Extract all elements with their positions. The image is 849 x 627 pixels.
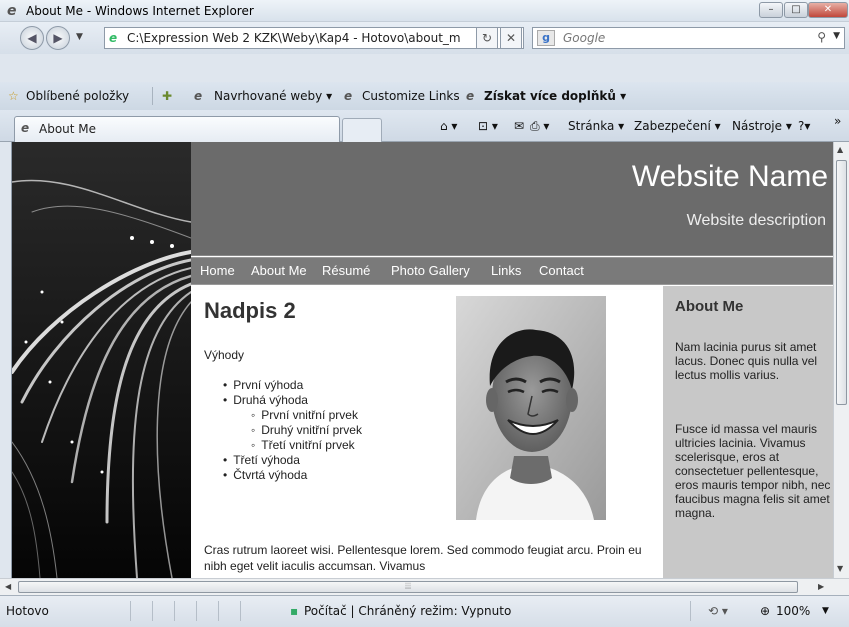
scroll-left-icon[interactable]: ◀ — [5, 582, 11, 591]
nav-resume[interactable]: Résumé — [322, 263, 370, 278]
customize-icon: e — [344, 89, 353, 103]
horizontal-scrollbar[interactable]: ◀ ⦙⦙⦙ ▶ — [0, 578, 849, 595]
more-commands-icon[interactable]: » — [834, 114, 841, 128]
scroll-right-icon[interactable]: ▶ — [818, 582, 824, 591]
nav-photo-gallery[interactable]: Photo Gallery — [391, 263, 470, 278]
divider — [690, 601, 691, 621]
zoom-icon[interactable]: ⊕ — [760, 604, 770, 618]
status-text: Hotovo — [6, 604, 49, 618]
print-icon[interactable]: ⎙ ▾ — [530, 119, 549, 134]
help-icon[interactable]: ?▾ — [798, 119, 810, 133]
tab-command-bar: e About Me ⌂ ▾ ⊡ ▾ ✉ ⎙ ▾ Stránka ▾ Zabez… — [0, 110, 849, 142]
customize-links-link[interactable]: Customize Links — [362, 89, 460, 103]
page-viewport[interactable]: Website Name Website description Home Ab… — [11, 142, 833, 578]
addons-icon: e — [466, 89, 475, 103]
close-button[interactable]: ✕ — [808, 2, 848, 18]
address-url: C:\Expression Web 2 KZK\Weby\Kap4 - Hoto… — [127, 31, 461, 45]
sidebar-paragraph: Nam lacinia purus sit amet lacus. Donec … — [675, 340, 818, 382]
search-options-icon[interactable]: ▼ — [833, 31, 840, 41]
main-content: Nadpis 2 Výhody První výhoda Druhá výhod… — [191, 286, 663, 578]
back-icon[interactable]: ◀ — [20, 26, 44, 50]
add-favorite-icon[interactable]: ✚ — [162, 89, 172, 103]
page-heading: Nadpis 2 — [204, 298, 296, 323]
tab-label: About Me — [39, 122, 97, 136]
list-item: Třetí výhoda — [223, 453, 362, 468]
benefits-list: První výhoda Druhá výhoda První vnitřní … — [223, 378, 362, 483]
sidebar: About Me Nam lacinia purus sit amet lacu… — [663, 286, 833, 578]
body-paragraph: Cras rutrum laoreet wisi. Pellentesque l… — [204, 543, 642, 573]
vertical-scrollbar[interactable]: ▲ ▼ — [833, 142, 849, 578]
tab-about-me[interactable]: e About Me — [14, 116, 340, 142]
minimize-button[interactable]: – — [759, 2, 783, 18]
divider — [240, 601, 241, 621]
refresh-button[interactable]: ↻ — [476, 27, 498, 49]
highway-lights-image — [12, 142, 191, 578]
highway-photo — [12, 142, 191, 578]
divider — [152, 87, 153, 105]
google-icon: g — [537, 30, 555, 46]
favorites-bar: ☆ Oblíbené položky ✚ e Navrhované weby ▾… — [0, 82, 849, 110]
forward-icon[interactable]: ▶ — [46, 26, 70, 50]
search-input[interactable]: g Google ⚲ ▼ — [532, 27, 845, 49]
suggested-sites-link[interactable]: Navrhované weby ▾ — [214, 89, 332, 103]
sidebar-title: About Me — [675, 298, 744, 315]
tools-menu[interactable]: Nástroje ▾ — [732, 119, 792, 133]
intro-text: Výhody — [204, 348, 245, 362]
list-item: První vnitřní prvek — [223, 408, 362, 423]
protected-mode-icon[interactable]: ⟲ ▾ — [708, 604, 728, 618]
status-bar: Hotovo ▪ Počítač | Chráněný režim: Vypnu… — [0, 595, 849, 627]
site-header: Website Name Website description — [191, 142, 833, 256]
security-zone-text[interactable]: Počítač | Chráněný režim: Vypnuto — [304, 604, 511, 618]
divider — [174, 601, 175, 621]
sidebar-paragraph: Fusce id massa vel mauris ultricies laci… — [675, 422, 831, 520]
portrait-photo — [456, 296, 606, 520]
search-placeholder: Google — [563, 31, 606, 45]
list-item: Druhá výhoda — [223, 393, 362, 408]
page-icon: e — [109, 31, 118, 45]
smiling-man-image — [456, 296, 606, 520]
list-item: Čtvrtá výhoda — [223, 468, 362, 483]
nav-home[interactable]: Home — [200, 263, 235, 278]
ie-suggested-icon: e — [194, 89, 203, 103]
scroll-up-icon[interactable]: ▲ — [837, 145, 843, 154]
list-item: Třetí vnitřní prvek — [223, 438, 362, 453]
divider — [130, 601, 131, 621]
divider — [196, 601, 197, 621]
address-field[interactable]: e C:\Expression Web 2 KZK\Weby\Kap4 - Ho… — [104, 27, 524, 49]
favorites-button[interactable]: Oblíbené položky — [26, 89, 129, 103]
ie-logo-icon: e — [7, 3, 17, 19]
address-toolbar: ◀ ▶ ▼ e C:\Expression Web 2 KZK\Weby\Kap… — [0, 22, 849, 54]
zoom-dropdown-icon[interactable]: ▼ — [822, 606, 829, 616]
title-bar: e About Me - Windows Internet Explorer –… — [0, 0, 849, 22]
list-item: První výhoda — [223, 378, 362, 393]
feeds-icon[interactable]: ⊡ ▾ — [478, 119, 498, 133]
site-navigation: Home About Me Résumé Photo Gallery Links… — [191, 257, 833, 285]
window-title: About Me - Windows Internet Explorer — [26, 4, 254, 18]
nav-about-me[interactable]: About Me — [251, 263, 307, 278]
divider — [152, 601, 153, 621]
horizontal-scroll-thumb[interactable]: ⦙⦙⦙ — [18, 581, 798, 593]
star-icon: ☆ — [8, 89, 19, 103]
page-menu[interactable]: Stránka ▾ — [568, 119, 624, 133]
site-name[interactable]: Website Name — [632, 160, 828, 194]
search-icon[interactable]: ⚲ — [817, 30, 826, 44]
safety-menu[interactable]: Zabezpečení ▾ — [634, 119, 721, 133]
zoom-level[interactable]: 100% — [776, 604, 810, 618]
nav-contact[interactable]: Contact — [539, 263, 584, 278]
site-description: Website description — [686, 212, 826, 229]
nav-links[interactable]: Links — [491, 263, 521, 278]
new-tab-button[interactable] — [342, 118, 382, 142]
mail-icon[interactable]: ✉ — [514, 119, 524, 133]
vertical-scroll-thumb[interactable] — [836, 160, 847, 405]
computer-zone-icon: ▪ — [290, 604, 299, 618]
stop-button[interactable]: ✕ — [500, 27, 522, 49]
history-dropdown-icon[interactable]: ▼ — [76, 32, 83, 42]
get-addons-link[interactable]: Získat více doplňků ▾ — [484, 89, 626, 103]
home-icon[interactable]: ⌂ ▾ — [440, 119, 457, 133]
divider — [218, 601, 219, 621]
list-item: Druhý vnitřní prvek — [223, 423, 362, 438]
maximize-button[interactable]: □ — [784, 2, 808, 18]
tab-page-icon: e — [21, 121, 30, 135]
scroll-down-icon[interactable]: ▼ — [837, 564, 843, 573]
